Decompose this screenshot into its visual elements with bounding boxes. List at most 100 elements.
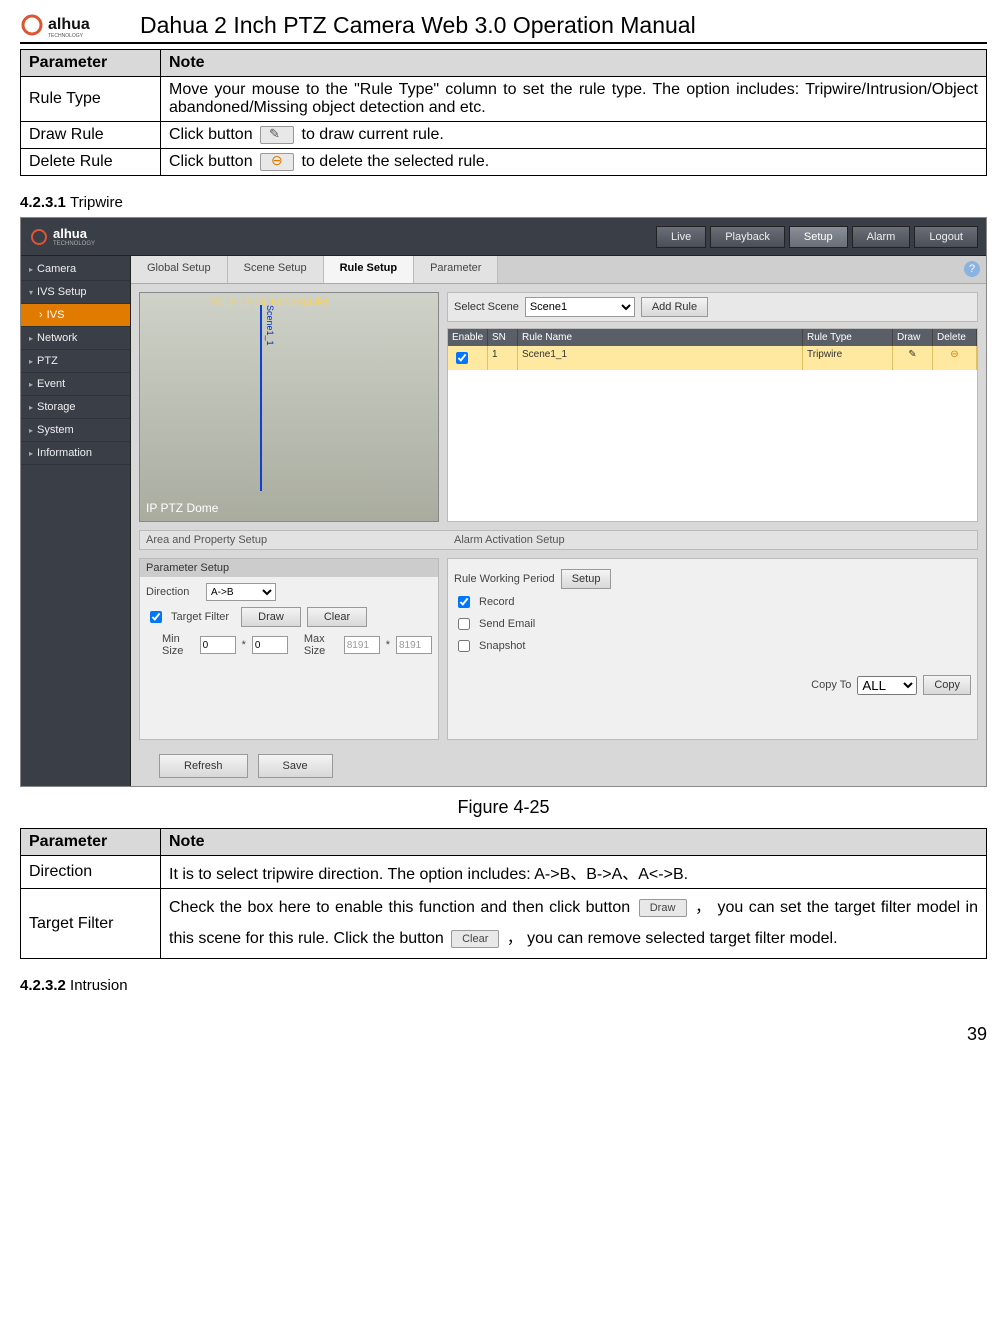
area-property-header: Area and Property Setup xyxy=(146,534,446,546)
th-note: Note xyxy=(161,50,987,77)
logo-text: alhua xyxy=(48,16,90,33)
working-period-label: Rule Working Period xyxy=(454,573,555,585)
tab-alarm[interactable]: Alarm xyxy=(852,226,911,248)
document-header: alhua TECHNOLOGY Dahua 2 Inch PTZ Camera… xyxy=(20,10,987,44)
sidebar-item-ptz[interactable]: ▸PTZ xyxy=(21,350,130,373)
ui-topbar: alhua TECHNOLOGY Live Playback Setup Ala… xyxy=(21,218,986,256)
tab-setup[interactable]: Setup xyxy=(789,226,848,248)
text: to draw current rule. xyxy=(302,126,444,143)
rule-table: Enable SN Rule Name Rule Type Draw Delet… xyxy=(447,328,978,522)
rule-pane: Select Scene Scene1 Add Rule Enable SN R… xyxy=(447,292,978,522)
scene-select[interactable]: Scene1 xyxy=(525,297,635,317)
rule-row[interactable]: 1 Scene1_1 Tripwire ✎ ⊖ xyxy=(448,346,977,370)
sidebar-item-event[interactable]: ▸Event xyxy=(21,373,130,396)
figure-caption: Figure 4-25 xyxy=(20,797,987,818)
rule-type[interactable]: Tripwire xyxy=(803,346,893,370)
ui-screenshot: alhua TECHNOLOGY Live Playback Setup Ala… xyxy=(20,217,987,787)
th-parameter: Parameter xyxy=(21,50,161,77)
copy-button[interactable]: Copy xyxy=(923,675,971,695)
parameter-setup-header: Parameter Setup xyxy=(140,559,438,577)
table-row: Rule Type Move your mouse to the "Rule T… xyxy=(21,77,987,122)
record-checkbox[interactable] xyxy=(458,596,470,608)
text: ， you can remove selected target filter … xyxy=(507,930,838,947)
max-size-label: Max Size xyxy=(304,633,338,657)
star: * xyxy=(386,639,390,651)
cell-note: Move your mouse to the "Rule Type" colum… xyxy=(161,77,987,122)
copy-to-label: Copy To xyxy=(811,679,851,691)
th-delete: Delete xyxy=(933,329,977,346)
cell-note: It is to select tripwire direction. The … xyxy=(161,856,987,889)
sidebar-item-ivs-setup[interactable]: ▾IVS Setup xyxy=(21,281,130,304)
sidebar-item-system[interactable]: ▸System xyxy=(21,419,130,442)
copy-to-select[interactable]: ALL xyxy=(857,676,917,695)
clear-button-icon: Clear xyxy=(451,930,499,948)
parameter-table-1: Parameter Note Rule Type Move your mouse… xyxy=(20,49,987,176)
rule-delete-icon[interactable]: ⊖ xyxy=(933,346,977,370)
table-row: Target Filter Check the box here to enab… xyxy=(21,889,987,959)
tab-live[interactable]: Live xyxy=(656,226,706,248)
target-filter-label: Target Filter xyxy=(171,611,235,623)
setup-button[interactable]: Setup xyxy=(561,569,612,589)
document-title: Dahua 2 Inch PTZ Camera Web 3.0 Operatio… xyxy=(140,12,696,39)
rule-enable-checkbox[interactable] xyxy=(456,352,468,364)
draw-icon xyxy=(260,126,294,144)
select-scene-label: Select Scene xyxy=(454,301,519,313)
ui-main: Global Setup Scene Setup Rule Setup Para… xyxy=(131,256,986,786)
text: Click button xyxy=(169,126,257,143)
th-note: Note xyxy=(161,829,987,856)
table-row: Direction It is to select tripwire direc… xyxy=(21,856,987,889)
sub-tabs: Global Setup Scene Setup Rule Setup Para… xyxy=(131,256,986,284)
max-size-a-input[interactable] xyxy=(344,636,380,654)
star: * xyxy=(242,639,246,651)
subtab-global-setup[interactable]: Global Setup xyxy=(131,256,228,283)
refresh-button[interactable]: Refresh xyxy=(159,754,248,778)
section-heading-intrusion: 4.2.3.2 Intrusion xyxy=(20,977,987,994)
sidebar-item-storage[interactable]: ▸Storage xyxy=(21,396,130,419)
cell-note: Check the box here to enable this functi… xyxy=(161,889,987,959)
rule-draw-icon[interactable]: ✎ xyxy=(893,346,933,370)
help-icon[interactable]: ? xyxy=(964,261,980,277)
parameter-table-2: Parameter Note Direction It is to select… xyxy=(20,828,987,959)
text: Check the box here to enable this functi… xyxy=(169,899,636,916)
subtab-scene-setup[interactable]: Scene Setup xyxy=(228,256,324,283)
cell-param: Target Filter xyxy=(21,889,161,959)
subtab-rule-setup[interactable]: Rule Setup xyxy=(324,256,414,283)
cell-param: Delete Rule xyxy=(21,149,161,176)
th-draw: Draw xyxy=(893,329,933,346)
min-size-a-input[interactable] xyxy=(200,636,236,654)
sidebar-item-ivs[interactable]: ›IVS xyxy=(21,304,130,327)
add-rule-button[interactable]: Add Rule xyxy=(641,297,708,317)
cell-param: Direction xyxy=(21,856,161,889)
save-button[interactable]: Save xyxy=(258,754,333,778)
th-rule-type: Rule Type xyxy=(803,329,893,346)
scene-line-label: Scene1_1 xyxy=(265,305,275,346)
cell-param: Draw Rule xyxy=(21,122,161,149)
send-email-checkbox[interactable] xyxy=(458,618,470,630)
snapshot-label: Snapshot xyxy=(479,640,525,652)
top-nav-tabs: Live Playback Setup Alarm Logout xyxy=(656,226,978,248)
direction-select[interactable]: A->B xyxy=(206,583,276,601)
draw-button[interactable]: Draw xyxy=(241,607,301,627)
subtab-parameter[interactable]: Parameter xyxy=(414,256,498,283)
delete-icon xyxy=(260,153,294,171)
alarm-panel: Rule Working Period Setup Record Send Em… xyxy=(447,558,978,740)
brand-logo: alhua TECHNOLOGY xyxy=(20,10,130,40)
target-filter-checkbox[interactable] xyxy=(150,611,162,623)
table-row: Delete Rule Click button to delete the s… xyxy=(21,149,987,176)
min-size-b-input[interactable] xyxy=(252,636,288,654)
cell-param: Rule Type xyxy=(21,77,161,122)
ui-sidebar: ▸Camera ▾IVS Setup ›IVS ▸Network ▸PTZ ▸E… xyxy=(21,256,131,786)
tab-playback[interactable]: Playback xyxy=(710,226,785,248)
sidebar-item-information[interactable]: ▸Information xyxy=(21,442,130,465)
sidebar-item-camera[interactable]: ▸Camera xyxy=(21,258,130,281)
sidebar-item-network[interactable]: ▸Network xyxy=(21,327,130,350)
th-sn: SN xyxy=(488,329,518,346)
alarm-activation-header: Alarm Activation Setup xyxy=(454,534,971,546)
tab-logout[interactable]: Logout xyxy=(914,226,978,248)
rule-name: Scene1_1 xyxy=(518,346,803,370)
max-size-b-input[interactable] xyxy=(396,636,432,654)
snapshot-checkbox[interactable] xyxy=(458,640,470,652)
video-overlay-text: IP PTZ Dome xyxy=(146,501,218,515)
clear-button[interactable]: Clear xyxy=(307,607,367,627)
draw-button-icon: Draw xyxy=(639,899,687,917)
